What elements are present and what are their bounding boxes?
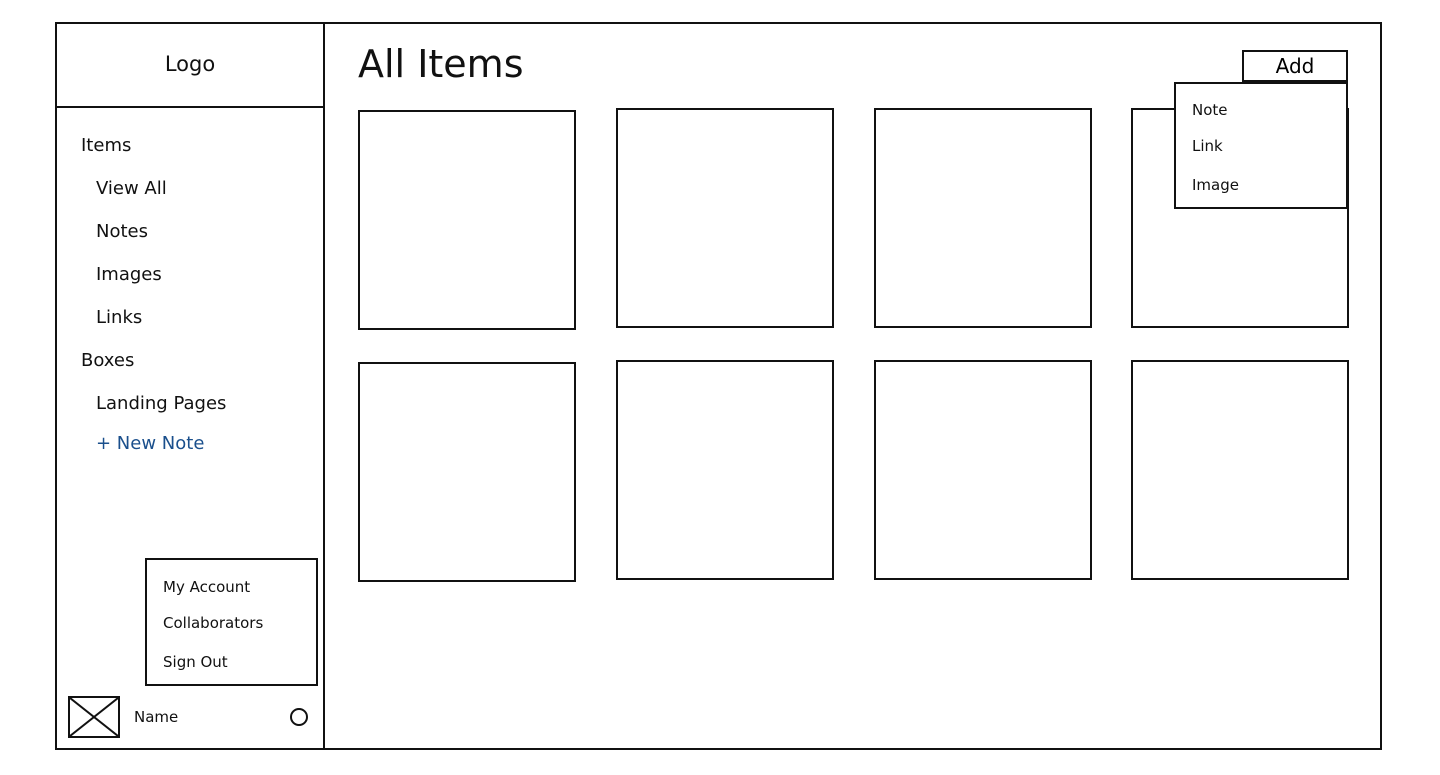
item-card[interactable]: [874, 108, 1092, 328]
add-menu-item-image[interactable]: Image: [1192, 176, 1239, 194]
item-card[interactable]: [358, 362, 576, 582]
sidebar-item-links[interactable]: Links: [96, 307, 142, 328]
add-menu-item-note[interactable]: Note: [1192, 101, 1228, 119]
add-button[interactable]: Add: [1242, 50, 1348, 82]
new-note-link[interactable]: + New Note: [96, 433, 204, 454]
account-menu: My Account Collaborators Sign Out: [145, 558, 318, 686]
sidebar-item-boxes[interactable]: Boxes: [81, 350, 134, 371]
sidebar-item-view-all[interactable]: View All: [96, 178, 167, 199]
item-card[interactable]: [358, 110, 576, 330]
add-menu: Note Link Image: [1174, 82, 1348, 209]
item-card[interactable]: [616, 108, 834, 328]
add-menu-item-link[interactable]: Link: [1192, 137, 1223, 155]
page-title: All Items: [358, 42, 524, 86]
status-dot-icon[interactable]: [290, 708, 308, 726]
menu-item-sign-out[interactable]: Sign Out: [163, 653, 228, 671]
item-card[interactable]: [616, 360, 834, 580]
item-card[interactable]: [1131, 360, 1349, 580]
menu-item-my-account[interactable]: My Account: [163, 578, 250, 596]
sidebar-item-items[interactable]: Items: [81, 135, 131, 156]
sidebar-item-notes[interactable]: Notes: [96, 221, 148, 242]
user-name: Name: [134, 708, 179, 726]
logo-text: Logo: [164, 52, 216, 76]
sidebar-item-landing-pages[interactable]: Landing Pages: [96, 393, 226, 414]
logo[interactable]: Logo: [55, 22, 325, 108]
sidebar-item-images[interactable]: Images: [96, 264, 162, 285]
avatar[interactable]: [68, 696, 120, 738]
menu-item-collaborators[interactable]: Collaborators: [163, 614, 263, 632]
image-placeholder-icon: [70, 698, 118, 736]
item-card[interactable]: [874, 360, 1092, 580]
